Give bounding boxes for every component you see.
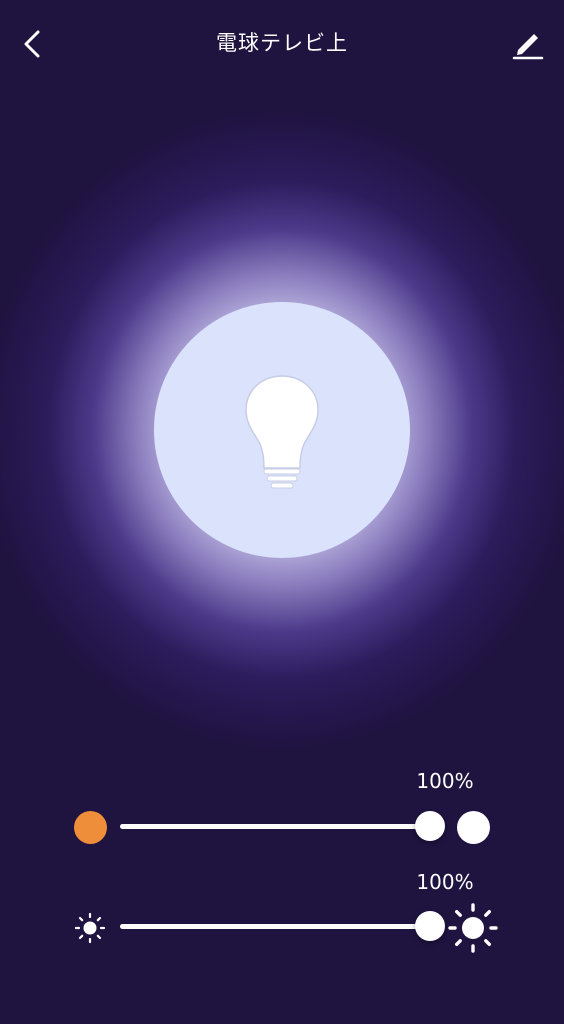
warm-color-dot — [74, 811, 107, 844]
brightness-thumb[interactable] — [415, 911, 445, 941]
brightness-slider-row — [60, 897, 510, 957]
brightness-slider[interactable] — [120, 911, 445, 941]
sun-large-icon — [448, 903, 498, 953]
header-bar: 電球テレビ上 — [0, 0, 564, 88]
back-button[interactable] — [14, 26, 54, 62]
color-temperature-thumb[interactable] — [415, 811, 445, 841]
page-title: 電球テレビ上 — [216, 31, 348, 55]
edit-button[interactable] — [510, 26, 546, 62]
cool-color-dot — [457, 811, 490, 844]
color-temperature-slider[interactable] — [120, 811, 445, 841]
brightness-value: 100% — [416, 870, 474, 894]
chevron-left-icon — [24, 30, 40, 58]
bulb-toggle-button[interactable] — [154, 302, 410, 558]
brightness-fill — [120, 924, 430, 929]
color-temperature-slider-row — [60, 797, 510, 857]
color-temperature-value: 100% — [416, 769, 474, 793]
lightbulb-icon — [245, 375, 319, 489]
sun-small-icon — [74, 912, 106, 944]
pencil-icon — [512, 34, 544, 60]
color-temperature-fill — [120, 824, 430, 829]
light-control-screen: 電球テレビ上 100% 100% — [0, 0, 564, 1024]
